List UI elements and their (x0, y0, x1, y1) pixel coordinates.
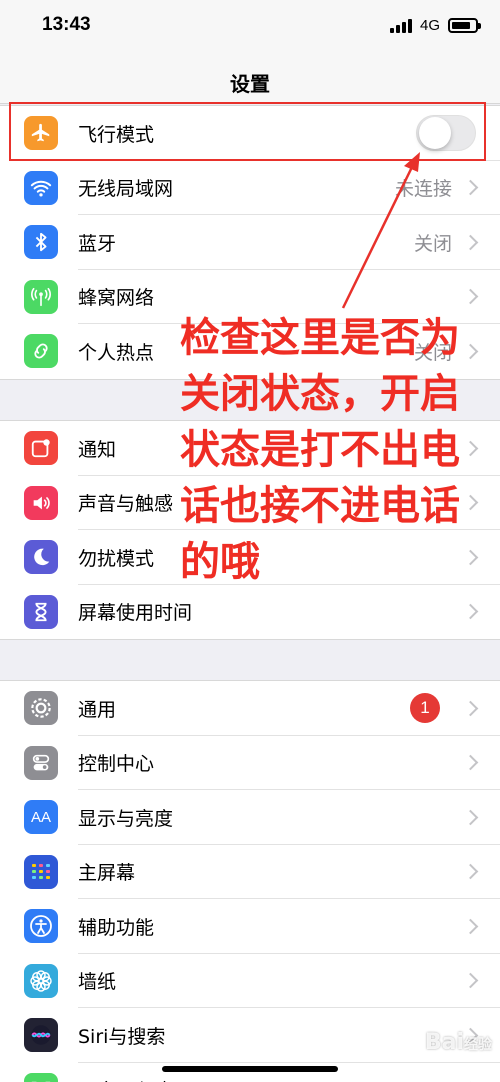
siri-icon (24, 1018, 58, 1053)
navigation-bar: 设置 (0, 56, 500, 104)
settings-row-value: 未连接 (394, 178, 452, 201)
settings-row-hourglass[interactable]: 屏幕使用时间 (0, 585, 500, 640)
chevron-right-icon (462, 234, 479, 251)
gear-icon (24, 691, 58, 726)
settings-row-label: 勿扰模式 (78, 547, 155, 570)
bluetooth-icon (24, 225, 58, 260)
settings-row-label: 主屏幕 (78, 862, 136, 885)
flower-icon (24, 963, 58, 998)
home-screen-icon (24, 854, 58, 889)
switches-icon (24, 745, 58, 780)
status-bar: 13:43 4G (0, 0, 500, 56)
notification-icon (24, 431, 58, 466)
notification-badge: 1 (410, 693, 440, 724)
network-type: 4G (419, 17, 440, 34)
chevron-right-icon (462, 179, 479, 196)
settings-row-label: 个人热点 (78, 341, 155, 364)
page-title: 设置 (230, 72, 270, 96)
home-indicator[interactable] (162, 1066, 338, 1072)
settings-row-home-screen[interactable]: 主屏幕 (0, 845, 500, 899)
wifi-icon (24, 170, 58, 205)
settings-row-label: 通知 (78, 438, 117, 461)
chevron-right-icon (462, 754, 479, 771)
settings-row-wifi[interactable]: 无线局域网 未连接 (0, 161, 500, 215)
settings-row-label: 显示与亮度 (78, 807, 174, 830)
hotspot-icon (24, 334, 58, 369)
settings-group-general: 通用 1 控制中心 AA 显示与亮度主屏幕辅助功能墙纸 Siri与搜索面容ID与密码 (0, 680, 500, 1082)
chevron-right-icon (462, 918, 479, 935)
settings-row-label: 控制中心 (78, 753, 155, 776)
chevron-right-icon (462, 700, 479, 717)
settings-row-aa[interactable]: AA 显示与亮度 (0, 790, 500, 845)
annotation-text: 检查这里是否为关闭状态，开启状态是打不出电话也接不进电话的哦 (180, 315, 460, 585)
signal-icon (389, 18, 412, 33)
faceid-icon (24, 1072, 58, 1082)
moon-icon (24, 540, 58, 575)
settings-row-label: 面容ID与密码 (78, 1076, 193, 1082)
chevron-right-icon (462, 863, 479, 880)
settings-row-flower[interactable]: 墙纸 (0, 954, 500, 1008)
battery-icon (448, 18, 481, 33)
highlight-box (9, 102, 486, 161)
settings-row-accessibility[interactable]: 辅助功能 (0, 899, 500, 954)
hourglass-icon (24, 594, 58, 629)
settings-row-label: 蜂窝网络 (78, 287, 155, 310)
status-time: 13:43 (42, 14, 91, 35)
status-indicators: 4G (389, 17, 481, 34)
settings-row-label: 声音与触感 (78, 493, 174, 516)
settings-row-label: 屏幕使用时间 (78, 602, 193, 625)
settings-row-label: 辅助功能 (78, 916, 155, 939)
sound-icon (24, 485, 58, 520)
chevron-right-icon (462, 603, 479, 620)
chevron-right-icon (462, 972, 479, 989)
settings-row-switches[interactable]: 控制中心 (0, 736, 500, 790)
settings-row-bluetooth[interactable]: 蓝牙 关闭 (0, 215, 500, 270)
aa-icon: AA (24, 800, 58, 835)
settings-row-gear[interactable]: 通用 1 (0, 681, 500, 736)
settings-row-label: Siri与搜索 (78, 1025, 166, 1048)
accessibility-icon (24, 909, 58, 944)
settings-row-label: 通用 (78, 698, 117, 721)
watermark-logo: Bai经验 (424, 1030, 492, 1055)
cellular-icon (24, 279, 58, 314)
settings-row-value: 关闭 (413, 232, 452, 255)
settings-row-label: 墙纸 (78, 971, 117, 994)
settings-row-label: 无线局域网 (78, 178, 174, 201)
chevron-right-icon (462, 809, 479, 826)
chevron-right-icon (462, 288, 479, 305)
settings-row-label: 蓝牙 (78, 232, 117, 255)
